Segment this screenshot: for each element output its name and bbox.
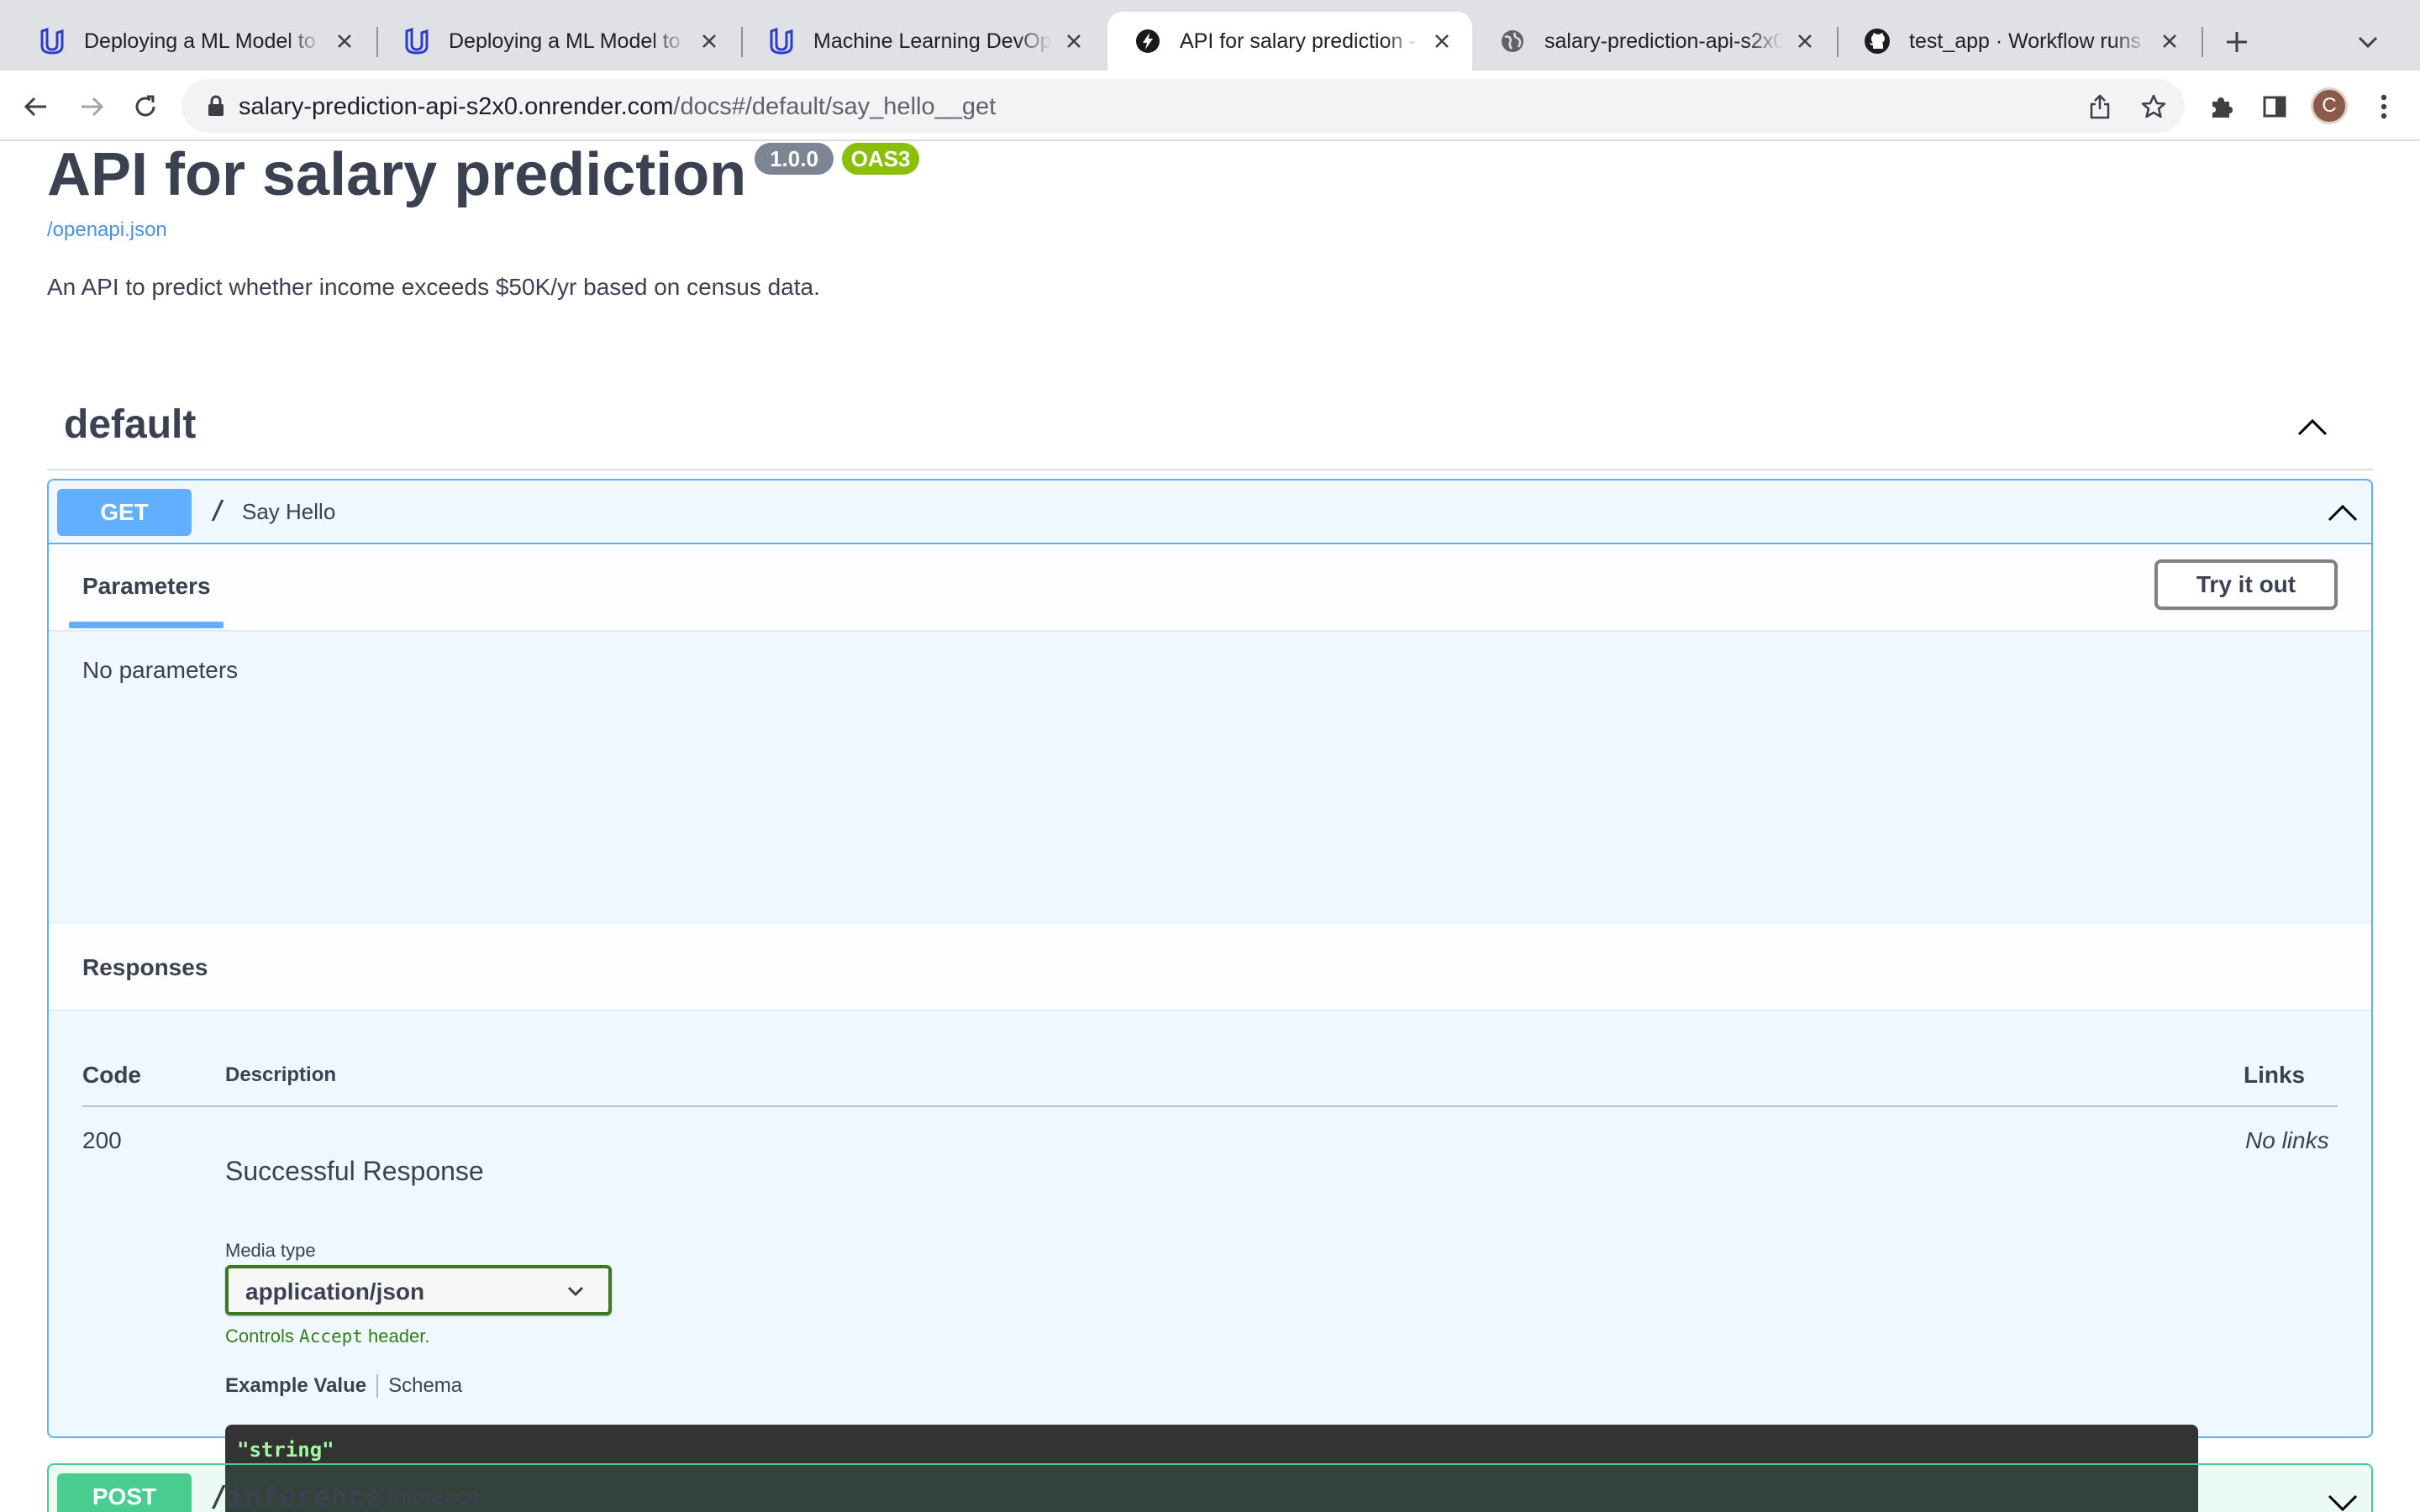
forward-arrow-icon[interactable] <box>72 87 111 126</box>
globe-icon <box>1497 26 1528 56</box>
version-badge: 1.0.0 <box>755 143 834 175</box>
kebab-menu-icon[interactable] <box>2365 87 2403 126</box>
close-icon[interactable] <box>696 28 723 55</box>
tab-separator <box>2202 27 2203 57</box>
example-tabs: Example Value Schema <box>225 1374 462 1398</box>
tab-title: Deploying a ML Model to Cloud <box>84 29 323 53</box>
chevron-down-icon <box>567 1286 584 1297</box>
tab-example-value[interactable]: Example Value <box>225 1374 366 1398</box>
get-operation-block: GET / Say Hello Parameters Try it out No… <box>47 479 2373 1512</box>
tab-title: salary-prediction-api-s2x0 <box>1544 29 1783 53</box>
udacity-icon <box>37 26 67 56</box>
swagger-icon <box>1133 26 1163 56</box>
lock-icon <box>208 95 224 116</box>
new-tab-button[interactable] <box>2218 24 2255 60</box>
column-header-links: Links <box>2244 1062 2306 1088</box>
url-path: /docs#/default/say_hello__get <box>673 93 997 120</box>
active-tab-indicator <box>69 622 224 628</box>
tab-parameters[interactable]: Parameters <box>82 573 211 600</box>
tab-title: API for salary prediction - Swagger UI <box>1180 29 1420 53</box>
browser-toolbar: salary-prediction-api-s2x0.onrender.com/… <box>0 71 2420 141</box>
udacity-icon <box>766 26 797 56</box>
close-icon[interactable] <box>2156 28 2183 55</box>
operation-path: / <box>210 496 226 525</box>
no-parameters-text: No parameters <box>82 657 239 683</box>
example-value-text: "string" <box>237 1438 334 1462</box>
browser-tabstrip: Deploying a ML Model to Cloud Deploying … <box>0 0 2420 71</box>
responses-header: Responses <box>49 924 2371 1010</box>
note-prefix: Controls <box>225 1326 294 1347</box>
operation-summary-bar[interactable]: GET / Say Hello <box>49 480 2371 544</box>
chevron-down-icon[interactable] <box>2324 1485 2361 1512</box>
operation-summary-bar[interactable]: POST /inference Inference <box>49 1465 2371 1512</box>
response-links: No links <box>2245 1127 2329 1153</box>
reload-icon[interactable] <box>126 87 165 126</box>
close-icon[interactable] <box>1791 28 1818 55</box>
media-type-label: Media type <box>225 1240 316 1261</box>
tab-title: test_app · Workflow runs <box>1909 29 2142 53</box>
chevron-up-icon[interactable] <box>2324 494 2361 531</box>
chevron-up-icon[interactable] <box>2294 408 2331 445</box>
bookmark-star-icon[interactable] <box>2138 91 2170 123</box>
close-icon[interactable] <box>1060 28 1087 55</box>
media-type-value: application/json <box>245 1278 425 1305</box>
response-description: Successful Response <box>225 1156 484 1186</box>
swagger-page: API for salary prediction 1.0.0 OAS3 /op… <box>0 141 2420 1512</box>
table-divider <box>82 1105 2338 1107</box>
api-description: An API to predict whether income exceeds… <box>47 274 820 300</box>
tab-title: Deploying a ML Model to Cloud <box>449 29 687 53</box>
share-icon[interactable] <box>2084 91 2116 123</box>
tab-divider <box>376 1374 379 1398</box>
column-header-description: Description <box>225 1063 337 1086</box>
browser-tab[interactable]: Deploying a ML Model to Cloud <box>12 12 375 71</box>
media-type-select[interactable]: application/json <box>225 1265 612 1315</box>
browser-tab[interactable]: Machine Learning DevOps Engineer <box>741 12 1104 71</box>
operation-summary: Inference <box>388 1483 480 1509</box>
tab-title: Machine Learning DevOps Engineer <box>813 29 1052 53</box>
oas-badge: OAS3 <box>842 143 919 175</box>
chevron-down-icon[interactable] <box>2351 25 2385 59</box>
close-icon[interactable] <box>1428 28 1455 55</box>
try-it-out-button[interactable]: Try it out <box>2154 559 2338 610</box>
address-bar[interactable]: salary-prediction-api-s2x0.onrender.com/… <box>182 79 2185 133</box>
operation-summary: Say Hello <box>242 499 336 524</box>
section-divider <box>47 469 2373 470</box>
github-icon <box>1862 26 1892 56</box>
extensions-puzzle-icon[interactable] <box>2202 87 2240 126</box>
column-header-code: Code <box>82 1062 141 1088</box>
operation-path: /inference <box>210 1480 382 1512</box>
browser-tab[interactable]: salary-prediction-api-s2x0 <box>1472 12 1835 71</box>
post-operation-block: POST /inference Inference <box>47 1463 2373 1512</box>
url-host: salary-prediction-api-s2x0.onrender.com <box>239 93 674 120</box>
method-badge: GET <box>57 489 192 536</box>
browser-tab[interactable]: Deploying a ML Model to Cloud <box>376 12 739 71</box>
browser-tab-active[interactable]: API for salary prediction - Swagger UI <box>1107 12 1472 71</box>
udacity-icon <box>402 26 432 56</box>
browser-tab[interactable]: test_app · Workflow runs <box>1837 12 2200 71</box>
controls-accept-note: Controls Accept header. <box>225 1326 429 1347</box>
note-suffix: header. <box>368 1326 430 1347</box>
method-badge: POST <box>57 1473 192 1512</box>
responses-label: Responses <box>82 954 208 980</box>
parameters-header: Parameters Try it out <box>49 544 2371 630</box>
note-code: Accept <box>299 1326 363 1347</box>
openapi-spec-link[interactable]: /openapi.json <box>47 218 167 242</box>
tab-schema[interactable]: Schema <box>388 1374 462 1398</box>
response-code: 200 <box>82 1127 122 1153</box>
api-title: API for salary prediction <box>47 141 747 208</box>
back-arrow-icon[interactable] <box>17 87 55 126</box>
url-text: salary-prediction-api-s2x0.onrender.com/… <box>239 93 996 121</box>
profile-avatar[interactable]: C <box>2311 87 2348 124</box>
side-panel-icon[interactable] <box>2255 87 2294 126</box>
close-icon[interactable] <box>331 28 358 55</box>
section-title[interactable]: default <box>64 402 196 448</box>
